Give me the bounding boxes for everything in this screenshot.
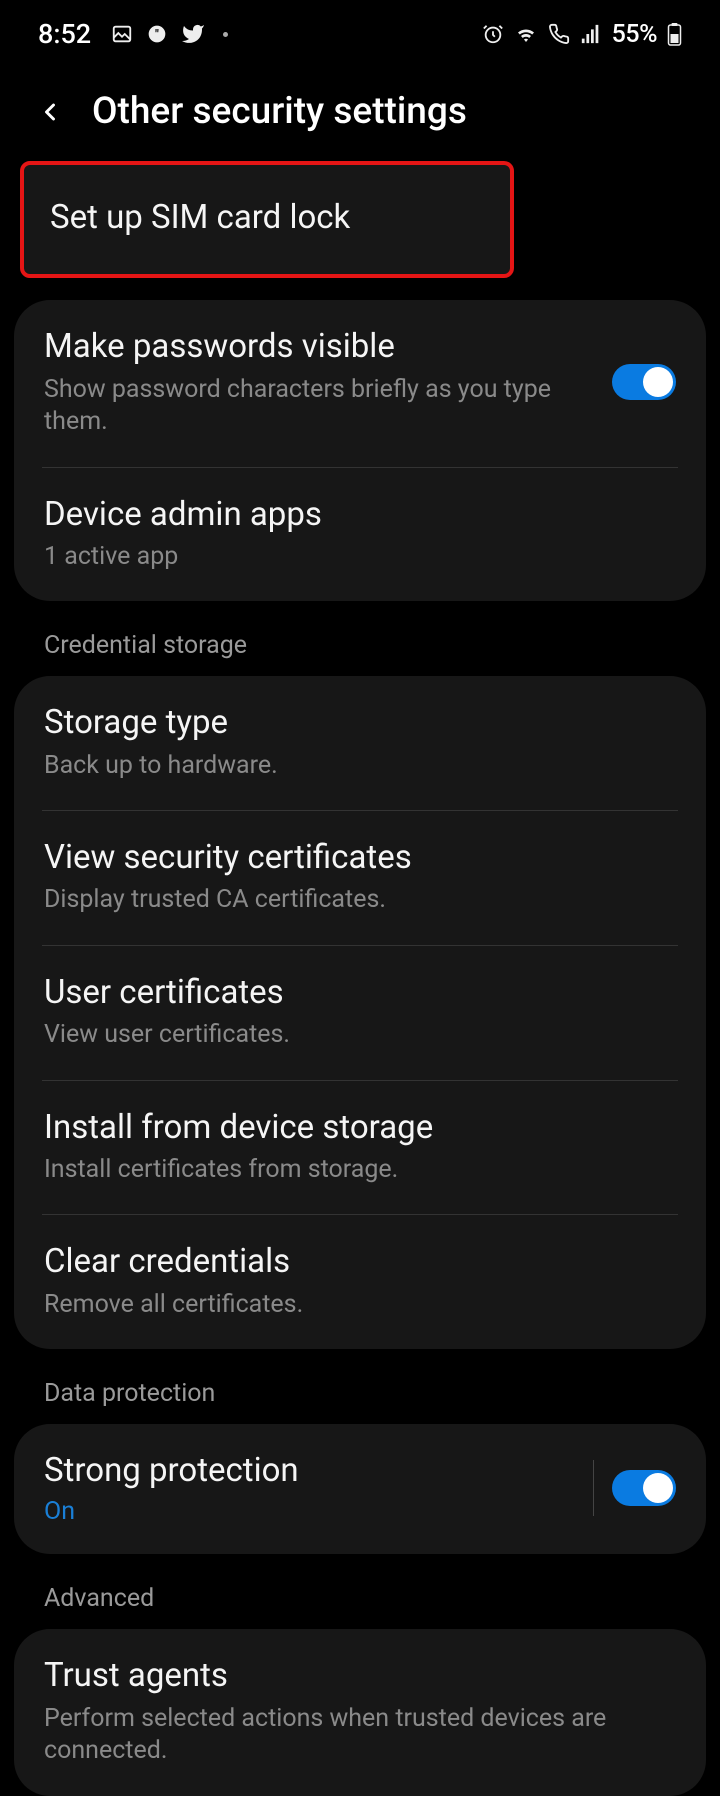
sim-card-lock-item[interactable]: Set up SIM card lock (20, 161, 514, 278)
item-subtitle: 1 active app (44, 541, 676, 574)
item-title: Install from device storage (44, 1107, 676, 1148)
battery-icon (667, 22, 682, 46)
status-bar: 8:52 " 55% (0, 0, 720, 60)
toggle-divider (593, 1460, 594, 1516)
item-subtitle: Remove all certificates. (44, 1289, 676, 1322)
make-passwords-visible-item[interactable]: Make passwords visible Show password cha… (14, 300, 706, 466)
sim-card-lock-title: Set up SIM card lock (50, 197, 484, 238)
item-title: User certificates (44, 972, 676, 1013)
item-subtitle: Display trusted CA certificates. (44, 884, 676, 917)
page-header: Other security settings (0, 60, 720, 161)
status-left: 8:52 " (38, 18, 228, 50)
user-certificates-item[interactable]: User certificates View user certificates… (14, 946, 706, 1080)
item-subtitle: Show password characters briefly as you … (44, 374, 612, 439)
item-title: Storage type (44, 702, 676, 743)
storage-type-item[interactable]: Storage type Back up to hardware. (14, 676, 706, 810)
item-subtitle: On (44, 1497, 575, 1526)
more-indicator-icon (223, 32, 228, 37)
section-header-credential-storage: Credential storage (14, 617, 706, 676)
item-title: Strong protection (44, 1450, 575, 1491)
status-time: 8:52 (38, 18, 91, 50)
item-subtitle: Back up to hardware. (44, 750, 676, 783)
picture-icon (111, 23, 133, 45)
group-data-protection: Strong protection On (14, 1424, 706, 1554)
item-title: Trust agents (44, 1655, 676, 1696)
item-title: Make passwords visible (44, 326, 612, 367)
alarm-icon (482, 23, 504, 45)
clear-credentials-item[interactable]: Clear credentials Remove all certificate… (14, 1215, 706, 1349)
content: Set up SIM card lock Make passwords visi… (0, 161, 720, 1796)
battery-percentage: 55% (612, 20, 657, 49)
back-button[interactable] (36, 98, 64, 126)
page-title: Other security settings (92, 90, 467, 133)
volte-icon (548, 23, 570, 45)
quote-icon: " (147, 24, 167, 44)
group-credential-storage: Storage type Back up to hardware. View s… (14, 676, 706, 1349)
item-title: View security certificates (44, 837, 676, 878)
passwords-visible-toggle[interactable] (612, 364, 676, 400)
group-advanced: Trust agents Perform selected actions wh… (14, 1629, 706, 1795)
chevron-left-icon (36, 98, 64, 126)
item-subtitle: Install certificates from storage. (44, 1154, 676, 1187)
item-subtitle: Perform selected actions when trusted de… (44, 1703, 676, 1768)
item-subtitle: View user certificates. (44, 1019, 676, 1052)
section-header-advanced: Advanced (14, 1570, 706, 1629)
device-admin-apps-item[interactable]: Device admin apps 1 active app (14, 468, 706, 602)
wifi-icon (514, 22, 538, 46)
status-right: 55% (482, 20, 682, 49)
item-title: Device admin apps (44, 494, 676, 535)
item-title: Clear credentials (44, 1241, 676, 1282)
section-header-data-protection: Data protection (14, 1365, 706, 1424)
signal-icon (580, 23, 602, 45)
strong-protection-toggle[interactable] (612, 1470, 676, 1506)
twitter-icon (181, 22, 205, 46)
trust-agents-item[interactable]: Trust agents Perform selected actions wh… (14, 1629, 706, 1795)
svg-text:": " (155, 27, 159, 41)
group-general: Make passwords visible Show password cha… (14, 300, 706, 601)
strong-protection-item[interactable]: Strong protection On (14, 1424, 706, 1554)
install-from-storage-item[interactable]: Install from device storage Install cert… (14, 1081, 706, 1215)
view-security-certificates-item[interactable]: View security certificates Display trust… (14, 811, 706, 945)
